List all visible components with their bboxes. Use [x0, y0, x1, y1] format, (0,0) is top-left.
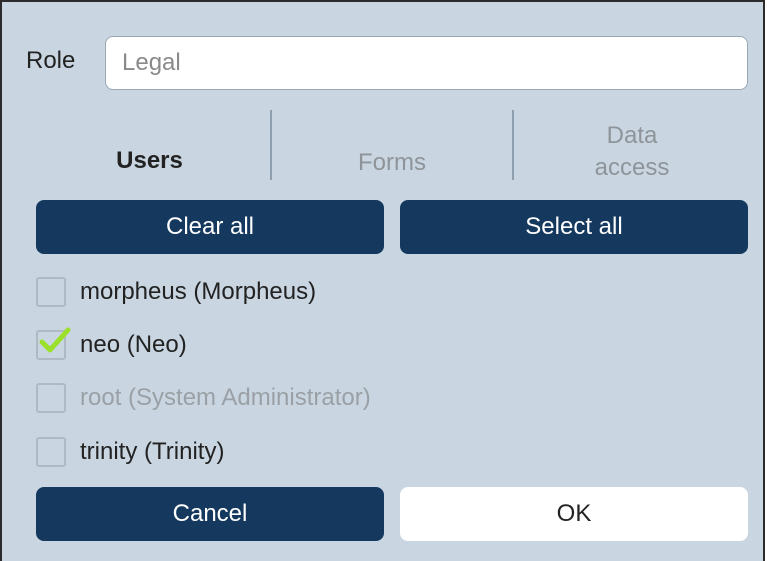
user-row-morpheus[interactable]: morpheus (Morpheus) [36, 274, 316, 310]
user-label: trinity (Trinity) [80, 438, 225, 465]
tab-forms[interactable]: Forms [302, 112, 482, 192]
user-label: morpheus (Morpheus) [80, 278, 317, 305]
checkbox[interactable] [36, 277, 66, 307]
clear-all-button[interactable]: Clear all [36, 200, 384, 254]
checkbox[interactable] [36, 437, 66, 467]
role-label: Role [26, 47, 76, 74]
checkbox[interactable] [36, 327, 71, 360]
user-label: root (System Administrator) [80, 384, 371, 411]
ok-button[interactable]: OK [400, 487, 748, 541]
user-row-trinity[interactable]: trinity (Trinity) [36, 434, 224, 470]
role-name-input[interactable] [105, 36, 748, 90]
tab-data-access[interactable]: Data access [542, 112, 722, 192]
tab-divider [270, 110, 272, 180]
role-edit-dialog: Role Users Forms Data access Clear all S… [0, 0, 765, 561]
cancel-button[interactable]: Cancel [36, 487, 384, 541]
tab-divider [512, 110, 514, 180]
select-all-button[interactable]: Select all [400, 200, 748, 254]
user-label: neo (Neo) [80, 331, 187, 358]
user-row-root: root (System Administrator) [36, 380, 371, 416]
tab-users[interactable]: Users [62, 112, 237, 192]
checkbox [36, 383, 66, 413]
checkmark-icon [39, 327, 71, 353]
user-row-neo[interactable]: neo (Neo) [36, 327, 187, 363]
